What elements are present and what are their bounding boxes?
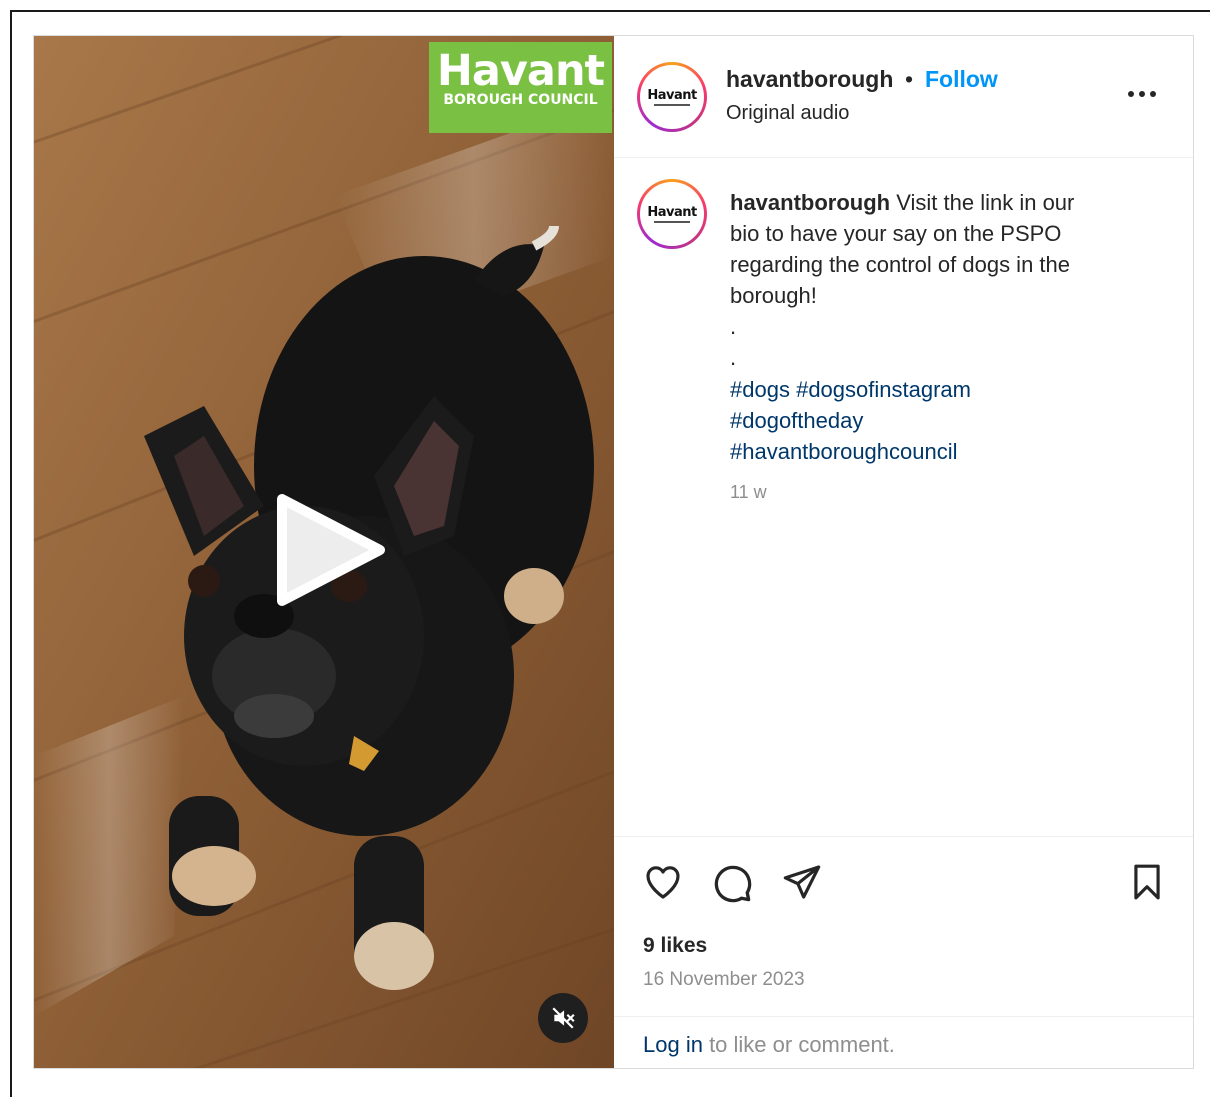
header-username[interactable]: havantborough bbox=[726, 66, 893, 93]
likes-count[interactable]: 9 likes bbox=[643, 934, 707, 958]
post-video[interactable]: Havant BOROUGH COUNCIL bbox=[34, 36, 614, 1068]
post-date: 16 November 2023 bbox=[643, 969, 805, 990]
caption-avatar[interactable]: Havant bbox=[637, 179, 707, 249]
comment-icon[interactable] bbox=[711, 862, 753, 909]
divider bbox=[614, 836, 1193, 837]
post-age[interactable]: 11 w bbox=[730, 482, 767, 503]
avatar-label: Havant bbox=[647, 204, 697, 220]
follow-button[interactable]: Follow bbox=[925, 66, 998, 93]
hashtags: #dogs #dogsofinstagram #dogoftheday #hav… bbox=[730, 374, 971, 467]
havant-logo-overlay: Havant BOROUGH COUNCIL bbox=[429, 42, 612, 133]
logo-subtext: BOROUGH COUNCIL bbox=[443, 92, 598, 108]
avatar-image: Havant bbox=[640, 65, 704, 129]
heart-icon[interactable] bbox=[642, 862, 684, 907]
avatar[interactable]: Havant bbox=[637, 62, 707, 132]
avatar-underline bbox=[654, 220, 690, 223]
hashtag-link[interactable]: #dogs bbox=[730, 377, 790, 402]
caption-text-line: bio to have your say on the PSPO bbox=[730, 221, 1062, 246]
avatar-image: Havant bbox=[640, 182, 704, 246]
caption-dot: . bbox=[730, 345, 737, 370]
avatar-underline bbox=[654, 103, 690, 106]
logo-text: Havant bbox=[436, 46, 605, 96]
caption-username[interactable]: havantborough bbox=[730, 190, 890, 215]
caption-dot: . bbox=[730, 314, 737, 339]
avatar-label: Havant bbox=[647, 87, 697, 103]
login-prompt: Log in to like or comment. bbox=[643, 1032, 895, 1058]
original-audio-link[interactable]: Original audio bbox=[726, 102, 849, 125]
hashtag-link[interactable]: #dogoftheday bbox=[730, 408, 863, 433]
instagram-post: Havant BOROUGH COUNCIL Havant havantboro… bbox=[33, 35, 1194, 1069]
send-icon[interactable] bbox=[782, 862, 822, 907]
caption-text-line: Visit the link in our bbox=[896, 190, 1075, 215]
caption-text-line: regarding the control of dogs in the bbox=[730, 252, 1071, 277]
post-header: Havant havantborough • Follow Original a… bbox=[614, 36, 1193, 158]
bookmark-icon[interactable] bbox=[1128, 862, 1166, 907]
more-horizontal-icon[interactable] bbox=[1128, 84, 1162, 104]
post-sidebar: Havant havantborough • Follow Original a… bbox=[614, 36, 1193, 1068]
login-link[interactable]: Log in bbox=[643, 1032, 703, 1057]
volume-muted-icon[interactable] bbox=[538, 993, 588, 1043]
play-icon[interactable] bbox=[270, 491, 388, 609]
header-separator: • bbox=[905, 66, 914, 92]
post-caption: havantborough Visit the link in our bio … bbox=[730, 187, 1140, 373]
divider bbox=[614, 1016, 1193, 1017]
login-prompt-text: to like or comment. bbox=[702, 1032, 895, 1057]
hashtag-link[interactable]: #dogsofinstagram bbox=[796, 377, 971, 402]
caption-text-line: borough! bbox=[730, 283, 817, 308]
hashtag-link[interactable]: #havantboroughcouncil bbox=[730, 439, 958, 464]
